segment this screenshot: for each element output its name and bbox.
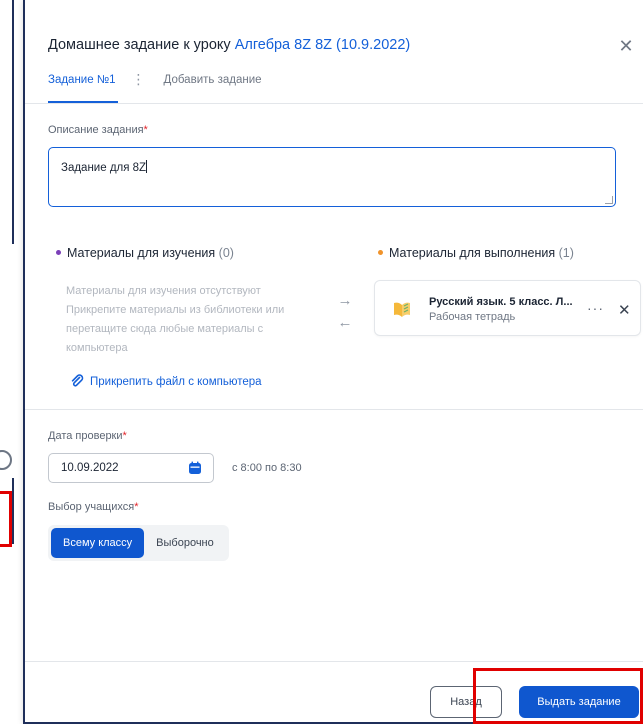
check-date-label: Дата проверки* [48, 430, 127, 442]
study-materials-count: (0) [218, 246, 234, 260]
empty-line: перетащите сюда любые материалы с [66, 323, 264, 335]
resize-handle-icon[interactable] [605, 196, 613, 204]
footer-divider [25, 661, 643, 662]
exec-materials-header: Материалы для выполнения (1) [378, 246, 574, 260]
background-circle-icon [0, 450, 12, 470]
empty-line: компьютера [66, 342, 128, 354]
tab-menu-icon[interactable]: ⋮ [132, 71, 146, 103]
calendar-icon[interactable] [188, 461, 202, 475]
material-title: Русский язык. 5 класс. Л... [429, 296, 573, 308]
background-page-border [12, 478, 14, 544]
description-value: Задание для 8Z [61, 162, 147, 174]
required-mark: * [134, 501, 139, 513]
background-page-border [12, 0, 14, 244]
tab-task-1[interactable]: Задание №1 [48, 71, 118, 103]
empty-line: Прикрепите материалы из библиотеки или [66, 304, 285, 316]
study-materials-title: Материалы для изучения [67, 246, 216, 260]
background-highlight-frame [0, 491, 12, 547]
material-subtitle: Рабочая тетрадь [429, 311, 516, 323]
orange-dot-icon [378, 250, 383, 255]
attach-file-link[interactable]: Прикрепить файл с компьютера [70, 374, 262, 388]
selective-button[interactable]: Выборочно [144, 528, 226, 558]
tabs-divider [25, 103, 643, 104]
description-label: Описание задания* [48, 124, 148, 136]
required-mark: * [122, 430, 127, 442]
remove-material-icon[interactable]: ✕ [618, 301, 631, 319]
exec-materials-title: Материалы для выполнения [389, 246, 556, 260]
description-textarea[interactable]: Задание для 8Z [48, 147, 616, 207]
whole-class-button[interactable]: Всему классу [51, 528, 145, 558]
screen: Домашнее задание к уроку Алгебра 8Z 8Z (… [0, 0, 643, 724]
check-time: с 8:00 по 8:30 [232, 462, 302, 474]
tab-add-task[interactable]: Добавить задание [164, 71, 262, 103]
modal-title-prefix: Домашнее задание к уроку [48, 37, 235, 53]
purple-dot-icon [56, 250, 61, 255]
text-caret [146, 160, 148, 173]
material-card[interactable]: Русский язык. 5 класс. Л... Рабочая тетр… [374, 280, 641, 336]
paperclip-icon [71, 374, 84, 387]
modal-title-lesson[interactable]: Алгебра 8Z 8Z (10.9.2022) [235, 37, 411, 53]
empty-line: Материалы для изучения отсутствуют [66, 285, 261, 297]
more-options-icon[interactable]: ··· [587, 300, 604, 316]
section-divider [25, 409, 643, 410]
attach-file-label: Прикрепить файл с компьютера [90, 376, 262, 388]
check-date-input[interactable]: 10.09.2022 [48, 453, 214, 483]
exec-materials-count: (1) [558, 246, 574, 260]
students-label-text: Выбор учащихся [48, 501, 135, 513]
required-mark: * [143, 124, 148, 136]
study-materials-empty: Материалы для изучения отсутствуют Прикр… [66, 282, 326, 358]
homework-modal: Домашнее задание к уроку Алгебра 8Z 8Z (… [23, 0, 643, 724]
move-arrows: → ← [335, 290, 355, 334]
close-icon[interactable]: ✕ [617, 37, 635, 55]
back-button[interactable]: Назад [430, 686, 502, 718]
check-date-label-text: Дата проверки [48, 430, 123, 442]
study-materials-header: Материалы для изучения (0) [56, 246, 234, 260]
arrow-left-icon[interactable]: ← [335, 312, 355, 334]
check-date-value: 10.09.2022 [61, 462, 119, 474]
arrow-right-icon[interactable]: → [335, 290, 355, 312]
students-selector: Всему классу Выборочно [48, 525, 229, 561]
issue-task-button[interactable]: Выдать задание [519, 686, 639, 718]
description-label-text: Описание задания [48, 124, 144, 136]
book-icon [394, 302, 410, 317]
modal-title: Домашнее задание к уроку Алгебра 8Z 8Z (… [48, 37, 410, 53]
students-label: Выбор учащихся* [48, 501, 139, 513]
task-tabs: Задание №1 ⋮ Добавить задание [48, 71, 262, 103]
